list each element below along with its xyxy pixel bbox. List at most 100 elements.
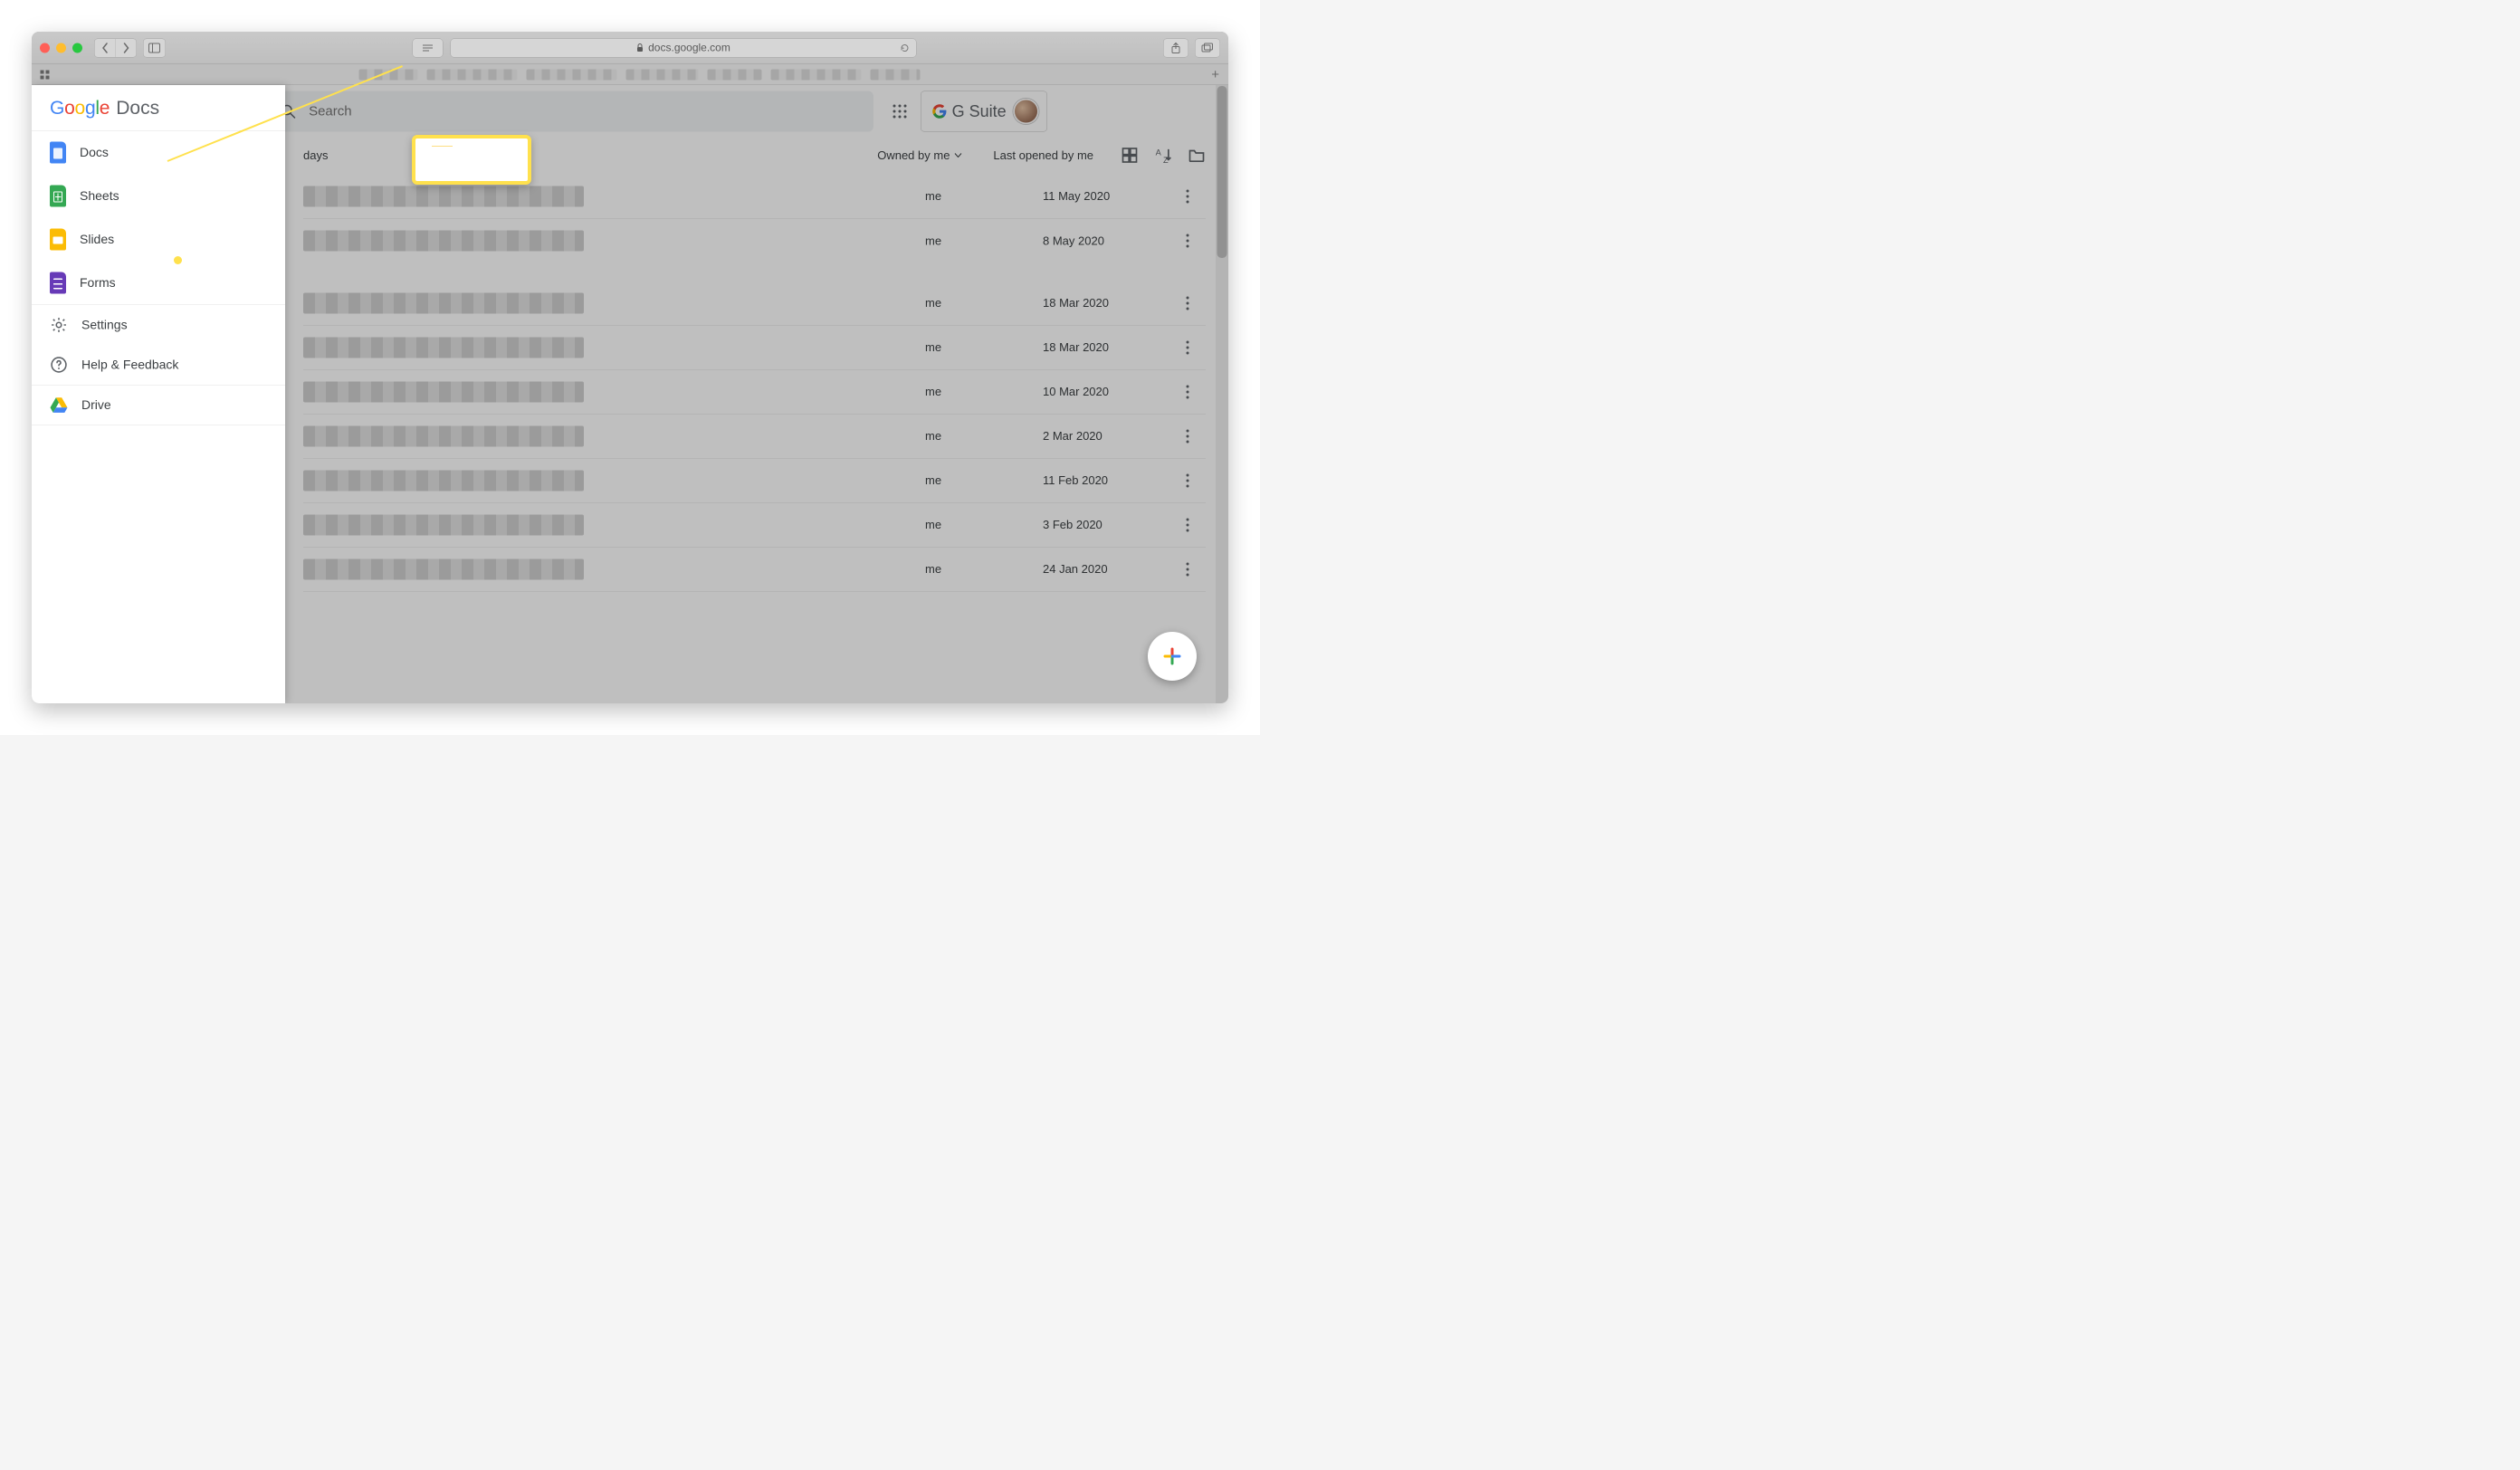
sidebar-item-drive[interactable]: Drive [32,386,285,425]
svg-text:A: A [1156,148,1162,158]
sidebar-item-label: Slides [80,233,114,247]
folder-icon[interactable] [1188,147,1206,165]
sidebar-item-label: Drive [81,398,111,413]
sidebar-item-label: Forms [80,276,116,291]
date-cell: 11 May 2020 [1043,189,1169,204]
lock-icon [636,43,644,52]
document-row[interactable]: me2 Mar 2020 [303,415,1206,459]
more-actions-button[interactable] [1169,234,1206,248]
document-title [303,337,925,358]
safari-sidebar-button[interactable] [143,38,166,57]
callout-slides: Slides [412,135,531,185]
date-cell: 18 Mar 2020 [1043,296,1169,310]
docs-icon [50,142,66,164]
slides-icon [432,147,453,174]
bookmark-item[interactable] [427,69,518,80]
bookmark-item[interactable] [771,69,862,80]
owner-cell: me [925,562,1043,577]
document-title [303,425,925,447]
reload-icon[interactable] [900,43,910,52]
document-row[interactable]: me10 Mar 2020 [303,370,1206,415]
document-row[interactable]: me11 Feb 2020 [303,459,1206,503]
address-bar-url: docs.google.com [648,42,730,54]
bookmark-item[interactable] [871,69,921,80]
google-logo: Google [50,97,110,119]
minimize-window-button[interactable] [56,43,66,52]
close-window-button[interactable] [40,43,50,52]
caret-down-icon [954,153,961,158]
search-box[interactable] [267,91,873,131]
new-tab-button[interactable]: + [1211,67,1219,82]
document-title [303,514,925,536]
more-actions-button[interactable] [1169,473,1206,488]
sidebar-item-forms[interactable]: Forms [32,262,285,305]
sidebar-item-docs[interactable]: Docs [32,131,285,175]
gsuite-label: G Suite [932,101,1007,120]
document-title [303,186,925,207]
new-document-fab[interactable] [1148,632,1197,681]
sidebar-item-label: Help & Feedback [81,358,178,372]
more-actions-button[interactable] [1169,340,1206,355]
help-icon [50,356,68,374]
document-row[interactable]: me18 Mar 2020 [303,326,1206,370]
sheets-icon [50,186,66,207]
kebab-icon [1186,189,1189,204]
bookmark-item[interactable] [626,69,699,80]
sort-az-icon[interactable]: AZ [1154,147,1172,165]
scrollbar-thumb[interactable] [1217,86,1227,258]
avatar[interactable] [1014,99,1039,124]
sidebar-item-sheets[interactable]: Sheets [32,175,285,218]
share-button[interactable] [1163,38,1188,57]
owner-cell: me [925,296,1043,310]
tabs-button[interactable] [1195,38,1220,57]
apps-icon[interactable] [892,103,908,119]
date-cell: 8 May 2020 [1043,234,1169,248]
document-row[interactable]: me3 Feb 2020 [303,503,1206,548]
search-input[interactable] [308,103,860,119]
bookmarks-bar: + [32,64,1228,85]
document-title [303,292,925,314]
date-cell: 24 Jan 2020 [1043,562,1169,577]
scrollbar[interactable] [1216,85,1228,703]
document-title [303,470,925,492]
fullscreen-window-button[interactable] [72,43,82,52]
kebab-icon [1186,429,1189,444]
sidebar-item-help[interactable]: Help & Feedback [32,345,285,385]
gsuite-chip[interactable]: G Suite [921,91,1047,131]
back-button[interactable] [95,39,116,57]
address-bar[interactable]: docs.google.com [451,38,917,57]
more-actions-button[interactable] [1169,189,1206,204]
owner-filter[interactable]: Owned by me [877,148,961,163]
date-cell: 18 Mar 2020 [1043,340,1169,355]
forward-button[interactable] [116,39,137,57]
sidebar-item-label: Settings [81,318,128,332]
more-actions-button[interactable] [1169,385,1206,399]
more-actions-button[interactable] [1169,518,1206,532]
date-cell: 3 Feb 2020 [1043,518,1169,532]
owner-cell: me [925,189,1043,204]
more-actions-button[interactable] [1169,296,1206,310]
kebab-icon [1186,296,1189,310]
owner-cell: me [925,385,1043,399]
more-actions-button[interactable] [1169,562,1206,577]
document-row[interactable]: me24 Jan 2020 [303,548,1206,592]
date-cell: 10 Mar 2020 [1043,385,1169,399]
reader-button[interactable] [413,38,444,57]
bookmark-item[interactable] [708,69,762,80]
date-cell: 11 Feb 2020 [1043,473,1169,488]
nav-back-forward [94,38,137,57]
annotation-dot [174,256,182,264]
document-row[interactable]: me8 May 2020 [303,219,1206,263]
grid-view-icon[interactable] [1121,147,1139,165]
kebab-icon [1186,385,1189,399]
kebab-icon [1186,340,1189,355]
more-actions-button[interactable] [1169,429,1206,444]
sort-label: Last opened by me [993,148,1093,163]
favorites-grid-icon[interactable] [40,70,50,80]
document-row[interactable]: me18 Mar 2020 [303,282,1206,326]
document-title [303,558,925,580]
sidebar-item-settings[interactable]: Settings [32,305,285,345]
sidebar-item-slides[interactable]: Slides [32,218,285,262]
bookmark-item[interactable] [527,69,617,80]
owner-cell: me [925,429,1043,444]
